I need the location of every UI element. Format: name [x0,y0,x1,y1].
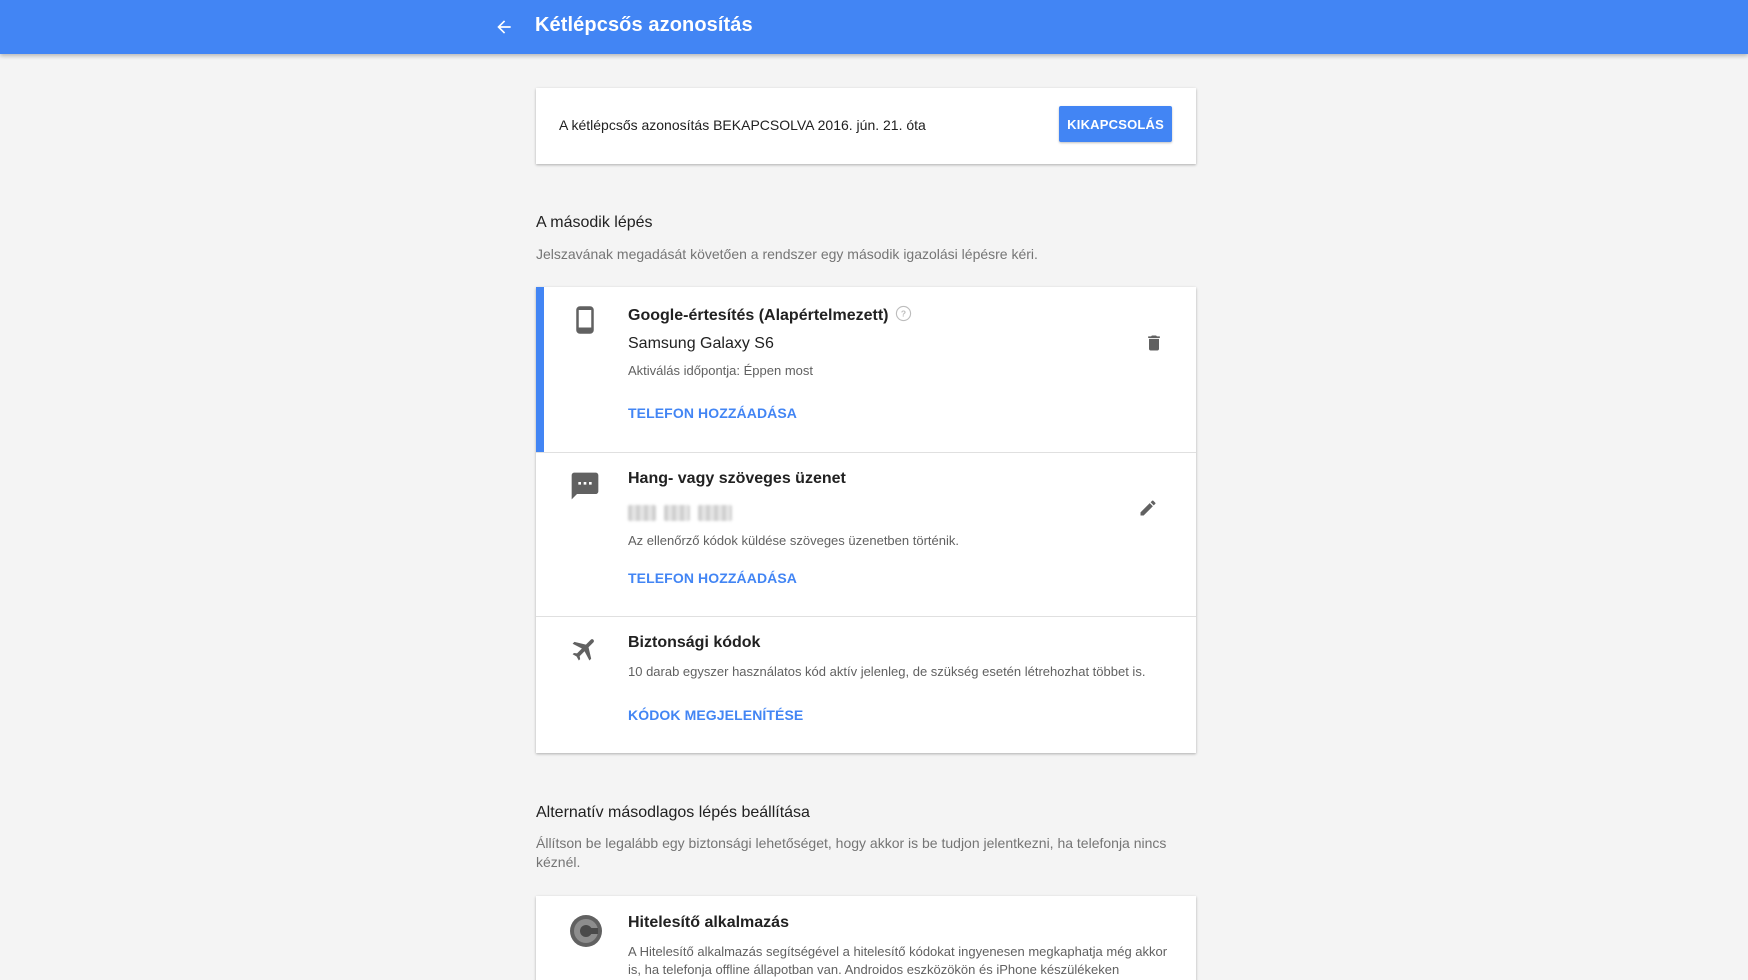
backup-codes-method: Biztonsági kódok 10 darab egyszer haszná… [536,616,1196,753]
backup-codes-description: 10 darab egyszer használatos kód aktív j… [628,664,1146,679]
show-codes-link[interactable]: KÓDOK MEGJELENÍTÉSE [628,707,803,723]
voice-sms-description: Az ellenőrző kódok küldése szöveges üzen… [628,533,959,548]
help-circle-icon[interactable]: ? [895,305,912,327]
add-phone-link[interactable]: TELEFON HOZZÁADÁSA [628,570,797,586]
second-step-description: Jelszavának megadását követően a rendsze… [536,246,1038,262]
activation-time: Aktiválás időpontja: Éppen most [628,363,813,378]
authenticator-card: Hitelesítő alkalmazás A Hitelesítő alkal… [536,896,1196,980]
app-bar: Kétlépcsős azonosítás [0,0,1748,54]
voice-sms-method: Hang- vagy szöveges üzenet Az ellenőrző … [536,452,1196,616]
voice-sms-title: Hang- vagy szöveges üzenet [628,470,846,487]
google-prompt-method: Google-értesítés (Alapértelmezett)? Sams… [536,287,1196,452]
authenticator-description: A Hitelesítő alkalmazás segítségével a h… [628,944,1168,977]
airplane-icon [569,633,601,665]
svg-text:?: ? [900,309,905,319]
device-name: Samsung Galaxy S6 [628,335,774,352]
status-text: A kétlépcsős azonosítás BEKAPCSOLVA 2016… [559,117,926,133]
delete-icon[interactable] [1142,331,1166,355]
google-prompt-title-text: Google-értesítés (Alapértelmezett) [628,307,889,324]
edit-icon[interactable] [1136,496,1160,520]
masked-phone-number [628,503,732,523]
sms-icon [569,470,601,502]
page-title: Kétlépcsős azonosítás [535,14,753,36]
turn-off-button[interactable]: KIKAPCSOLÁS [1059,106,1172,142]
arrow-back-icon[interactable] [488,11,520,43]
google-prompt-title: Google-értesítés (Alapértelmezett)? [628,305,912,327]
backup-codes-title: Biztonsági kódok [628,634,761,651]
alternative-title: Alternatív másodlagos lépés beállítása [536,804,810,821]
alternative-description: Állítson be legalább egy biztonsági lehe… [536,835,1167,870]
methods-card: Google-értesítés (Alapértelmezett)? Sams… [536,287,1196,753]
smartphone-icon [569,304,601,336]
authenticator-title: Hitelesítő alkalmazás [628,914,789,931]
authenticator-icon [569,914,603,948]
add-phone-link[interactable]: TELEFON HOZZÁADÁSA [628,405,797,421]
status-card: A kétlépcsős azonosítás BEKAPCSOLVA 2016… [536,88,1196,164]
second-step-title: A második lépés [536,214,653,231]
